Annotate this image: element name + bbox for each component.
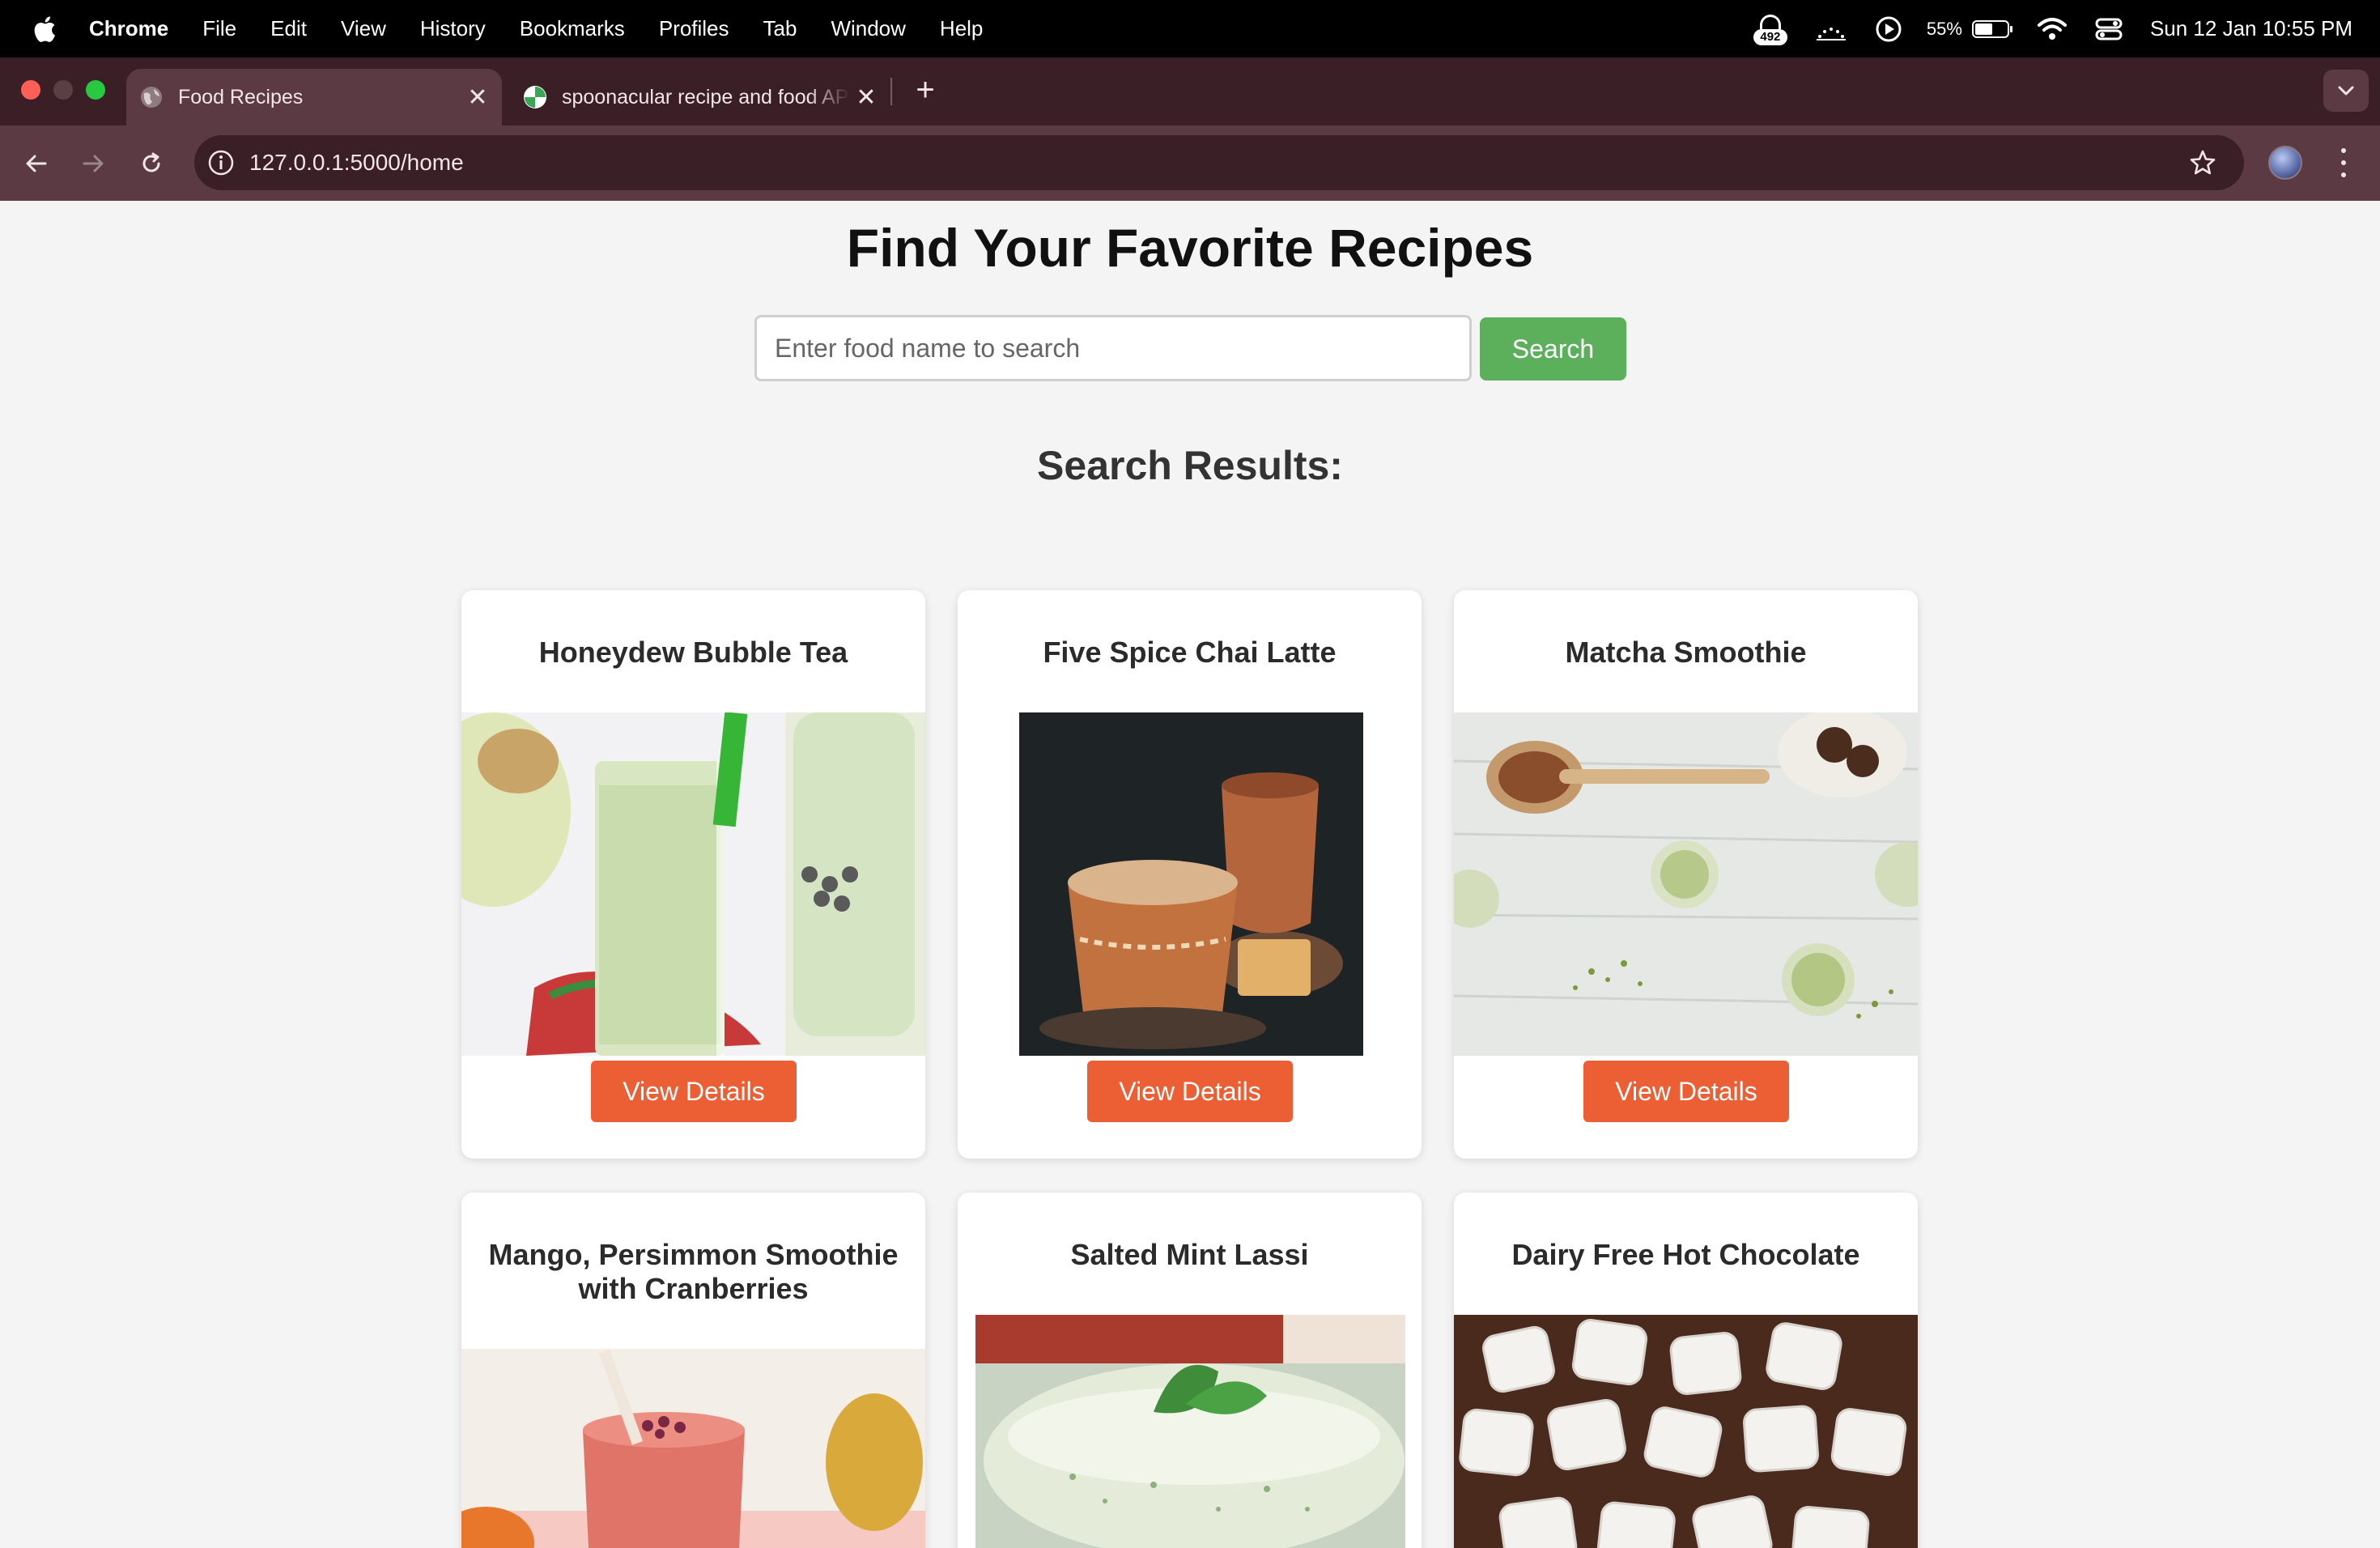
recipe-card: Salted Mint Lassi xyxy=(958,1193,1422,1548)
tab-close-icon[interactable]: ✕ xyxy=(461,81,494,113)
tab-food-recipes[interactable]: Food Recipes ✕ xyxy=(126,69,502,125)
menu-bookmarks[interactable]: Bookmarks xyxy=(520,16,625,41)
display-icon[interactable] xyxy=(1815,17,1847,41)
view-details-button[interactable]: View Details xyxy=(1087,1061,1293,1122)
tab-separator xyxy=(890,78,892,105)
menu-edit[interactable]: Edit xyxy=(270,16,307,41)
recipe-image[interactable] xyxy=(461,712,925,1056)
wifi-icon[interactable] xyxy=(2037,17,2068,41)
notification-count: 492 xyxy=(1753,28,1787,45)
recipe-title: Honeydew Bubble Tea xyxy=(538,636,848,669)
menu-bar: Chrome File Edit View History Bookmarks … xyxy=(0,0,2380,57)
notification-badge-icon[interactable]: 492 xyxy=(1753,13,1787,45)
recipe-card: Honeydew Bubble Tea View Details xyxy=(461,590,925,1159)
view-details-button[interactable]: View Details xyxy=(1583,1061,1789,1122)
page-title: Find Your Favorite Recipes xyxy=(846,218,1534,278)
profile-avatar[interactable] xyxy=(2268,146,2302,180)
tab-title: spoonacular recipe and food API xyxy=(562,85,850,108)
window-close-button[interactable] xyxy=(21,80,40,100)
recipe-image[interactable] xyxy=(1019,712,1363,1056)
back-button[interactable] xyxy=(16,143,57,184)
tab-spoonacular[interactable]: spoonacular recipe and food API ✕ xyxy=(510,69,890,125)
battery-percent: 55% xyxy=(1926,18,1962,39)
recipe-card: Dairy Free Hot Chocolate xyxy=(1454,1193,1918,1548)
salted-mint-lassi-photo xyxy=(975,1315,1405,1548)
control-center-icon[interactable] xyxy=(2095,17,2123,41)
menu-view[interactable]: View xyxy=(341,16,386,41)
apple-logo-icon[interactable] xyxy=(32,15,57,43)
recipe-image[interactable] xyxy=(975,1315,1405,1548)
menu-profiles[interactable]: Profiles xyxy=(659,16,729,41)
results-heading: Search Results: xyxy=(1037,443,1343,488)
site-info-icon[interactable] xyxy=(207,149,235,176)
recipe-card: Matcha Smoothie View Details xyxy=(1454,590,1918,1159)
recipe-title: Five Spice Chai Latte xyxy=(1043,636,1337,669)
forward-arrow-icon xyxy=(83,155,104,172)
tab-close-icon[interactable]: ✕ xyxy=(850,81,882,113)
address-bar[interactable]: 127.0.0.1:5000/home xyxy=(194,135,2244,190)
clock[interactable]: Sun 12 Jan 10:55 PM xyxy=(2150,16,2352,41)
honeydew-bubble-tea-photo xyxy=(461,712,925,1056)
menu-chrome[interactable]: Chrome xyxy=(89,16,168,41)
dairy-free-hot-chocolate-photo xyxy=(1454,1315,1918,1548)
spoonacular-logo-icon xyxy=(524,86,546,108)
reload-icon xyxy=(142,152,160,172)
battery-fill xyxy=(1974,23,1992,35)
recipe-image[interactable] xyxy=(1454,1315,1918,1548)
matcha-smoothie-photo xyxy=(1454,712,1918,1056)
tab-title: Food Recipes xyxy=(178,85,304,108)
recipe-title: Salted Mint Lassi xyxy=(1070,1238,1309,1271)
reload-button[interactable] xyxy=(131,143,172,184)
recipe-title: Mango, Persimmon Smoothie with Cranberri… xyxy=(488,1238,899,1305)
recipe-image[interactable] xyxy=(461,1349,925,1548)
search-input[interactable] xyxy=(754,315,1472,381)
web-page: Find Your Favorite Recipes Search Search… xyxy=(0,201,2380,1548)
mango-persimmon-smoothie-photo xyxy=(461,1349,925,1548)
url-text[interactable]: 127.0.0.1:5000/home xyxy=(249,150,464,176)
media-play-icon[interactable] xyxy=(1875,15,1902,43)
recipe-title: Matcha Smoothie xyxy=(1565,636,1807,669)
status-area: 492 55% Sun 12 Jan 10:55 PM xyxy=(1726,0,2352,57)
menu-file[interactable]: File xyxy=(202,16,236,41)
forward-button[interactable] xyxy=(73,143,113,184)
chevron-down-icon xyxy=(2338,86,2354,96)
globe-icon xyxy=(141,87,162,108)
menu-window[interactable]: Window xyxy=(831,16,905,41)
new-tab-button[interactable]: + xyxy=(905,70,946,110)
window-minimize-button[interactable] xyxy=(53,80,73,100)
recipe-card: Mango, Persimmon Smoothie with Cranberri… xyxy=(461,1193,925,1548)
chrome-menu-icon[interactable] xyxy=(2331,145,2356,181)
recipe-title: Dairy Free Hot Chocolate xyxy=(1511,1238,1860,1271)
window-zoom-button[interactable] xyxy=(86,80,105,100)
search-button[interactable]: Search xyxy=(1480,317,1626,381)
recipe-image[interactable] xyxy=(1454,712,1918,1056)
tab-search-button[interactable] xyxy=(2323,70,2369,112)
view-details-button[interactable]: View Details xyxy=(591,1061,797,1122)
bookmark-star-icon[interactable] xyxy=(2189,149,2216,176)
back-arrow-icon xyxy=(26,155,47,172)
recipe-card: Five Spice Chai Latte View Details xyxy=(958,590,1422,1159)
browser-toolbar: 127.0.0.1:5000/home xyxy=(0,125,2380,201)
menu-tab[interactable]: Tab xyxy=(763,16,797,41)
menu-help[interactable]: Help xyxy=(940,16,983,41)
battery-icon[interactable] xyxy=(1971,19,2012,38)
five-spice-chai-latte-photo xyxy=(1019,712,1363,1056)
badge-cap-shape xyxy=(1759,14,1781,29)
menu-history[interactable]: History xyxy=(420,16,486,41)
